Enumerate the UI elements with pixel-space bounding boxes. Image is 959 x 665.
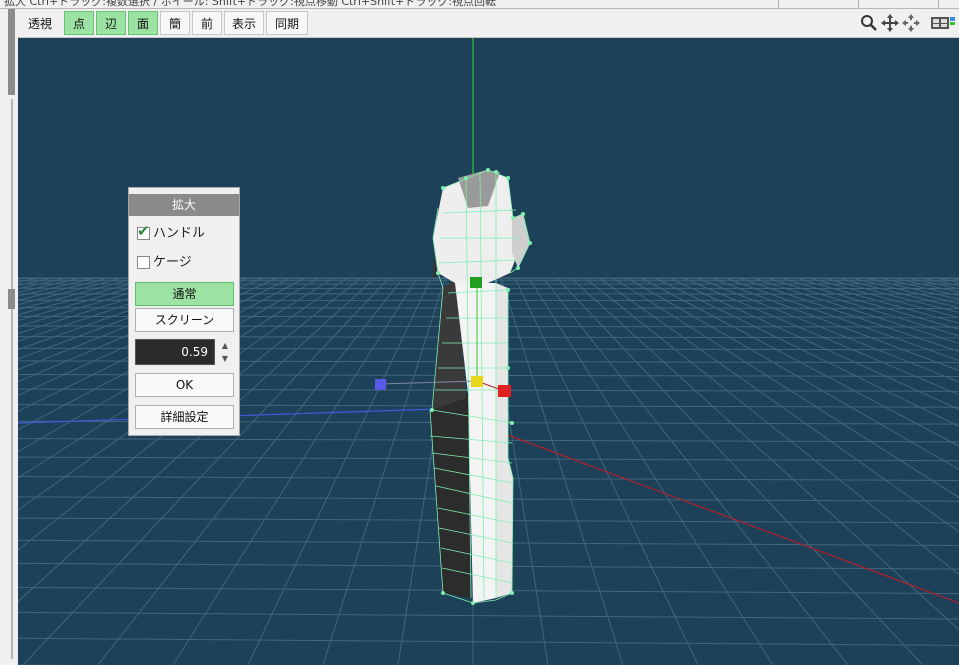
display-icon[interactable] bbox=[930, 13, 956, 33]
cage-label: ケージ bbox=[153, 255, 192, 270]
panel-title: 拡大 bbox=[129, 194, 239, 216]
handle-center-cube bbox=[471, 376, 483, 387]
sync-button[interactable]: 同期 bbox=[266, 11, 308, 35]
front-button[interactable]: 前 bbox=[192, 11, 222, 35]
status-bar: 拡大 Ctrl+ドラッグ:複数選択 / ホイール: Shift+ドラッグ:視点移… bbox=[0, 0, 959, 9]
view-toolbar: 透視 点 辺 面 簡 前 表示 同期 bbox=[18, 9, 959, 38]
rotate-icon[interactable] bbox=[901, 13, 921, 33]
status-cell-divider bbox=[778, 0, 779, 8]
details-button[interactable]: 詳細設定 bbox=[135, 405, 234, 429]
zoom-icon[interactable] bbox=[860, 13, 878, 33]
scroll-thumb-lower[interactable] bbox=[8, 289, 15, 309]
mode-normal-button[interactable]: 通常 bbox=[135, 282, 234, 306]
scroll-thumb[interactable] bbox=[8, 9, 15, 95]
edge-toggle-button[interactable]: 辺 bbox=[96, 11, 126, 35]
handle-y-cube bbox=[470, 277, 482, 288]
scale-value-input[interactable]: 0.59 bbox=[135, 339, 215, 365]
simple-button[interactable]: 簡 bbox=[160, 11, 190, 35]
cage-checkbox[interactable]: ケージ bbox=[137, 253, 192, 273]
mode-screen-button[interactable]: スクリーン bbox=[135, 308, 234, 332]
checkbox-checked-icon[interactable] bbox=[137, 221, 150, 241]
status-text: 拡大 Ctrl+ドラッグ:複数選択 / ホイール: Shift+ドラッグ:視点移… bbox=[4, 0, 497, 8]
checkbox-unchecked-icon[interactable] bbox=[137, 256, 150, 269]
spin-up-icon[interactable]: ▲ bbox=[217, 340, 233, 352]
move-icon[interactable] bbox=[880, 13, 900, 33]
vertex-toggle-button[interactable]: 点 bbox=[64, 11, 94, 35]
x-axis-line bbox=[437, 408, 959, 604]
spin-down-icon[interactable]: ▼ bbox=[217, 353, 233, 365]
status-cell-divider bbox=[858, 0, 859, 8]
ok-button[interactable]: OK bbox=[135, 373, 234, 397]
handle-x-cube bbox=[498, 385, 511, 397]
handle-checkbox[interactable]: ハンドル bbox=[137, 221, 206, 244]
handle-z-cube bbox=[375, 379, 386, 390]
face-toggle-button[interactable]: 面 bbox=[128, 11, 158, 35]
handle-label: ハンドル bbox=[153, 226, 206, 241]
display-button[interactable]: 表示 bbox=[224, 11, 264, 35]
scroll-track bbox=[11, 99, 13, 659]
left-scrollbar[interactable] bbox=[0, 9, 18, 665]
scale-panel: 拡大 ハンドル ケージ 通常 スクリーン 0.59 ▲ ▼ OK 詳細設定 bbox=[128, 187, 240, 436]
status-cell-divider bbox=[938, 0, 939, 8]
perspective-button[interactable]: 透視 bbox=[20, 11, 60, 35]
